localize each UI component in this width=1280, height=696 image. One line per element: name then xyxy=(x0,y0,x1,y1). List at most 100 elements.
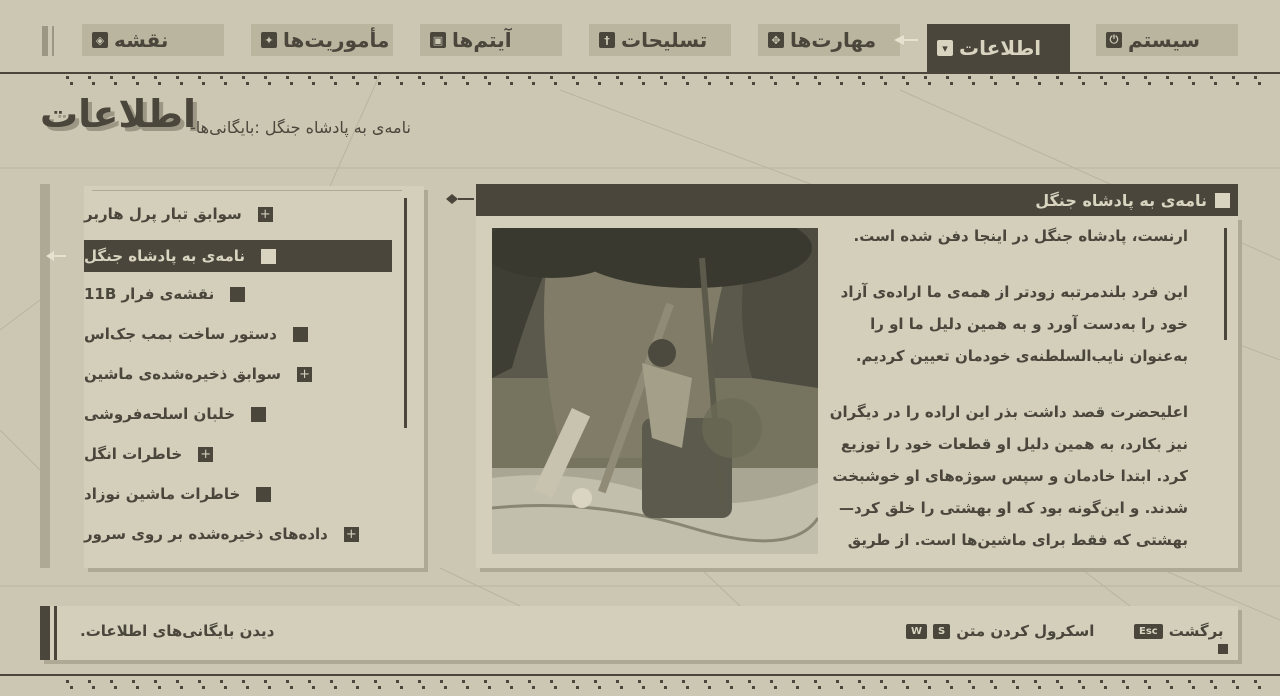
dot xyxy=(990,76,993,79)
dot xyxy=(114,82,117,85)
tab-data-label: اطلاعات xyxy=(959,36,1042,60)
dot xyxy=(638,680,641,683)
dot xyxy=(110,680,113,683)
list-item[interactable]: خاطرات ماشین نوزاد xyxy=(84,478,392,510)
tab-skills[interactable]: ✥ مهارت‌ها xyxy=(758,24,900,56)
content-paragraph: اعلیحضرت قصد داشت بذر این اراده را در دی… xyxy=(829,403,1188,549)
dot xyxy=(594,680,597,683)
dot xyxy=(1012,76,1015,79)
dot xyxy=(444,82,447,85)
dot xyxy=(770,680,773,683)
list-item[interactable]: خلبان اسلحه‌فروشی xyxy=(84,398,392,430)
dot xyxy=(686,82,689,85)
content-text[interactable]: ارنست، پادشاه جنگل در اینجا دفن شده است.… xyxy=(828,220,1188,560)
dot xyxy=(818,82,821,85)
map-icon: ◈ xyxy=(92,32,108,48)
content-paragraph: این فرد بلندمرتبه زودتر از همه‌ی ما اراد… xyxy=(840,283,1188,365)
scroll-control[interactable]: اسکرول کردن متن S W xyxy=(906,622,1094,640)
dot xyxy=(1100,76,1103,79)
back-control[interactable]: برگشت Esc xyxy=(1134,622,1224,640)
list-item[interactable]: نامه‌ی به پادشاه جنگل xyxy=(84,240,392,272)
dot xyxy=(730,82,733,85)
dot xyxy=(198,680,201,683)
text-scrollbar[interactable] xyxy=(1224,228,1227,340)
dot xyxy=(902,76,905,79)
dot xyxy=(1034,680,1037,683)
dot xyxy=(1078,680,1081,683)
tab-items-label: آیتم‌ها xyxy=(452,28,512,52)
dot xyxy=(312,82,315,85)
dot xyxy=(1144,680,1147,683)
dot xyxy=(308,680,311,683)
content-header-arrow xyxy=(446,194,474,204)
dot xyxy=(576,82,579,85)
dot xyxy=(158,82,161,85)
expand-icon: + xyxy=(297,366,313,382)
dot xyxy=(1122,680,1125,683)
dot xyxy=(378,82,381,85)
dot xyxy=(880,76,883,79)
list-item-label: سوابق ذخیره‌شده‌ی ماشین xyxy=(84,365,282,383)
dot xyxy=(1038,82,1041,85)
tab-data[interactable]: ▾ اطلاعات xyxy=(927,24,1070,72)
dot xyxy=(418,680,421,683)
list-item[interactable]: + داده‌های ذخیره‌شده بر روی سرور xyxy=(84,518,392,550)
dot xyxy=(510,82,513,85)
list-item[interactable]: نقشه‌ی فرار 11B xyxy=(84,278,392,310)
dot xyxy=(664,82,667,85)
dot xyxy=(792,680,795,683)
dot xyxy=(268,82,271,85)
content-paragraph: ارنست، پادشاه جنگل در اینجا دفن شده است. xyxy=(853,227,1188,245)
dot xyxy=(704,76,707,79)
dot xyxy=(374,680,377,683)
dot xyxy=(968,76,971,79)
quests-icon: ✦ xyxy=(261,32,277,48)
dot xyxy=(550,680,553,683)
tab-items[interactable]: ▣ آیتم‌ها xyxy=(420,24,562,56)
dot xyxy=(946,76,949,79)
dot xyxy=(66,76,69,79)
list-item-label: خلبان اسلحه‌فروشی xyxy=(84,405,236,423)
dot xyxy=(1232,680,1235,683)
dot xyxy=(1082,82,1085,85)
dot xyxy=(1232,76,1235,79)
tab-weapons-label: تسلیحات xyxy=(621,28,708,52)
list-item[interactable]: + خاطرات انگل xyxy=(84,438,392,470)
dot xyxy=(1056,76,1059,79)
dot xyxy=(550,76,553,79)
tab-quests[interactable]: ✦ مأموریت‌ها xyxy=(251,24,393,56)
tab-system[interactable]: ⏻ سیستم xyxy=(1096,24,1238,56)
dot xyxy=(1148,82,1151,85)
square-marker-icon xyxy=(292,326,308,342)
tab-map[interactable]: ◈ نقشه xyxy=(82,24,224,56)
list-item[interactable]: + سوابق ذخیره‌شده‌ی ماشین xyxy=(84,358,392,390)
footer-hint: دیدن بایگانی‌های اطلاعات. xyxy=(80,622,275,640)
tab-weapons[interactable]: † تسلیحات xyxy=(589,24,731,56)
dot xyxy=(246,82,249,85)
dot xyxy=(532,82,535,85)
dot xyxy=(554,82,557,85)
dot xyxy=(572,76,575,79)
dot xyxy=(242,76,245,79)
selection-arrow xyxy=(46,251,66,261)
nav-underline xyxy=(0,72,1280,74)
dot xyxy=(594,76,597,79)
dot xyxy=(132,680,135,683)
list-item-label: داده‌های ذخیره‌شده بر روی سرور xyxy=(84,525,328,543)
dot xyxy=(968,680,971,683)
dot xyxy=(660,680,663,683)
power-icon: ⏻ xyxy=(1106,32,1122,48)
dot xyxy=(598,82,601,85)
content-title: نامه‌ی به پادشاه جنگل xyxy=(1035,190,1207,210)
dot xyxy=(198,76,201,79)
list-item[interactable]: + سوابق تبار پرل هاربر xyxy=(84,198,392,230)
list-item[interactable]: دستور ساخت بمب جک‌اس xyxy=(84,318,392,350)
expand-icon: + xyxy=(343,526,359,542)
forest-grave-image xyxy=(492,228,818,554)
list-scrollbar[interactable] xyxy=(404,198,407,428)
dot xyxy=(748,680,751,683)
square-marker-icon xyxy=(251,406,267,422)
dot xyxy=(946,680,949,683)
dot xyxy=(792,76,795,79)
dot xyxy=(462,76,465,79)
